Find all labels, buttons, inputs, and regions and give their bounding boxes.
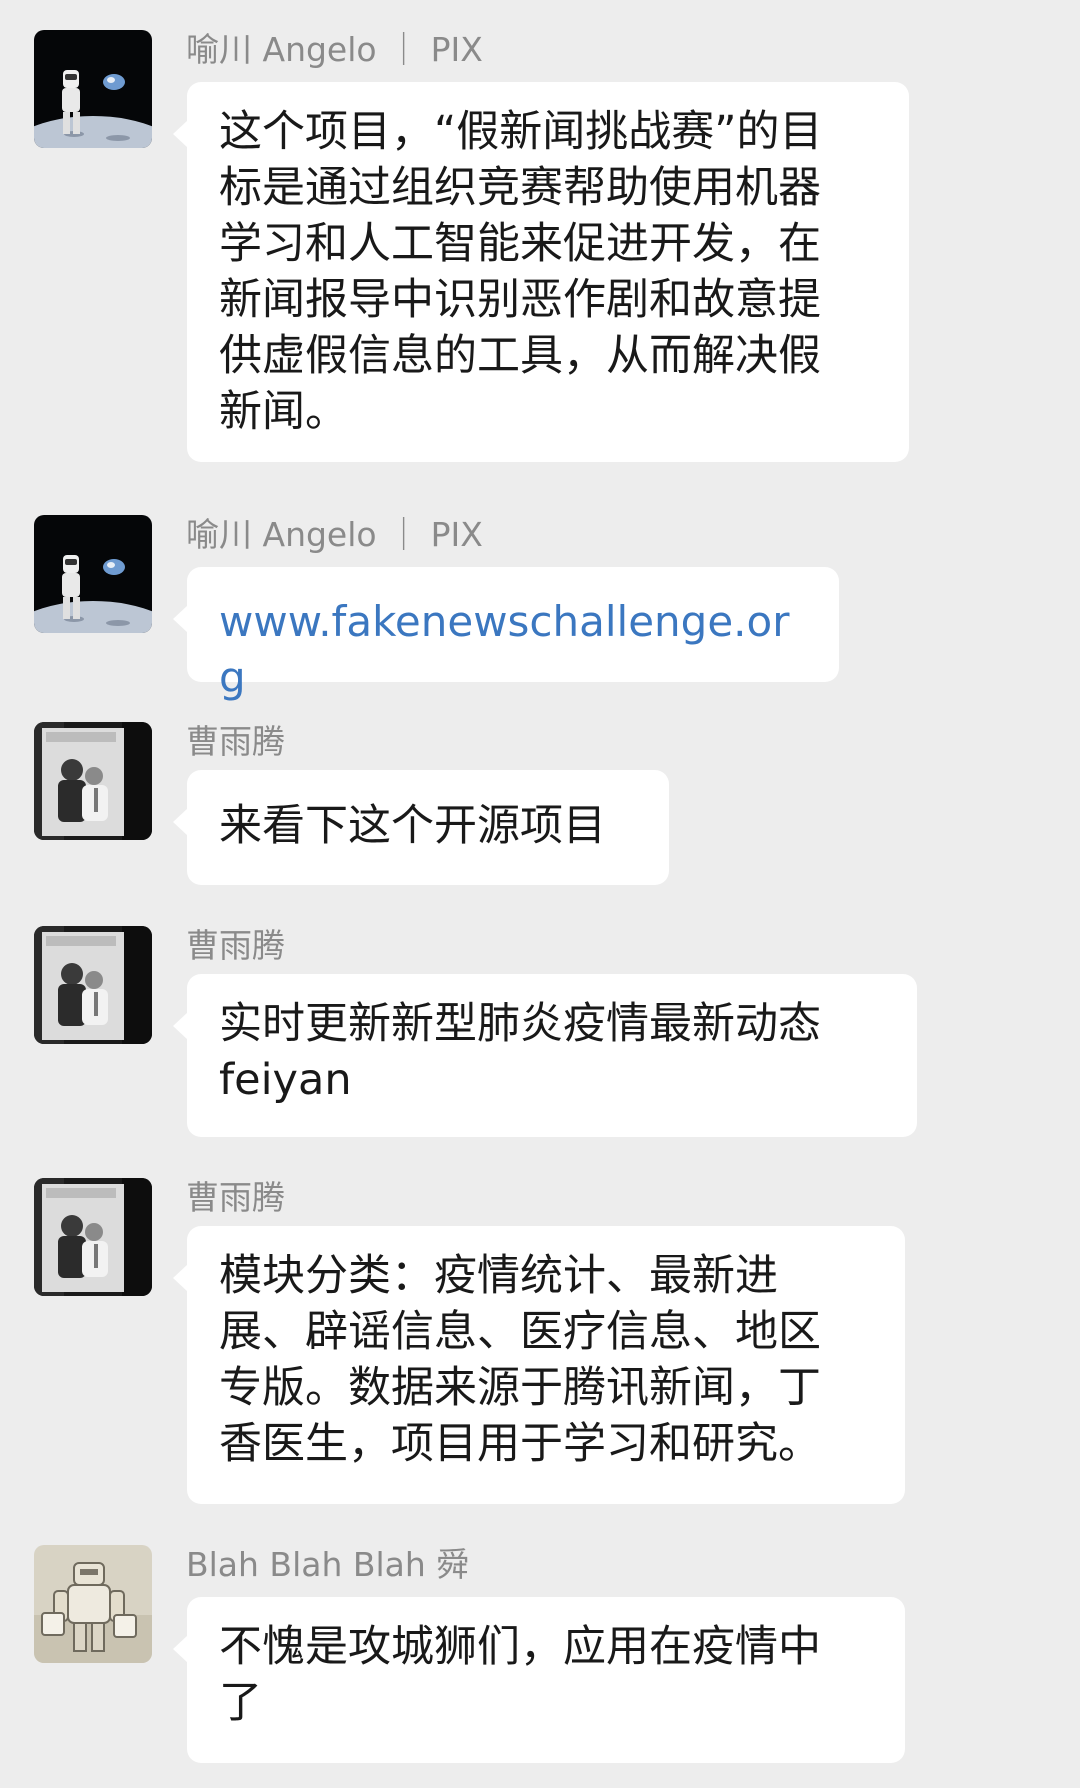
photo-avatar[interactable] — [34, 926, 152, 1044]
astronaut-moon-avatar[interactable] — [34, 515, 152, 633]
message-bubble[interactable]: 这个项目，“假新闻挑战赛”的目 标是通过组织竞赛帮助使用机器 学习和人工智能来促… — [173, 82, 909, 462]
sender-name: 喻川 Angelo ｜ PIX — [186, 515, 483, 554]
astronaut-moon-avatar[interactable] — [34, 30, 152, 148]
sender-name: 曹雨腾 — [186, 722, 285, 761]
message-bubble[interactable]: 不愧是攻城狮们，应用在疫情中 了 — [173, 1597, 905, 1763]
photo-avatar[interactable] — [34, 1178, 152, 1296]
photo-avatar[interactable] — [34, 722, 152, 840]
message-bubble[interactable]: 实时更新新型肺炎疫情最新动态 feiyan — [173, 974, 917, 1137]
sender-name: 曹雨腾 — [186, 926, 285, 965]
link-bubble[interactable]: www.fakenewschallenge.org — [173, 567, 839, 702]
message-bubble[interactable]: 来看下这个开源项目 — [173, 770, 669, 885]
message-bubble[interactable]: 模块分类：疫情统计、最新进 展、辟谣信息、医疗信息、地区 专版。数据来源于腾讯新… — [173, 1226, 905, 1504]
sender-name: 喻川 Angelo ｜ PIX — [186, 30, 483, 69]
robot-sketch-avatar[interactable] — [34, 1545, 152, 1663]
sender-name: Blah Blah Blah 舜 — [186, 1545, 470, 1584]
sender-name: 曹雨腾 — [186, 1178, 285, 1217]
